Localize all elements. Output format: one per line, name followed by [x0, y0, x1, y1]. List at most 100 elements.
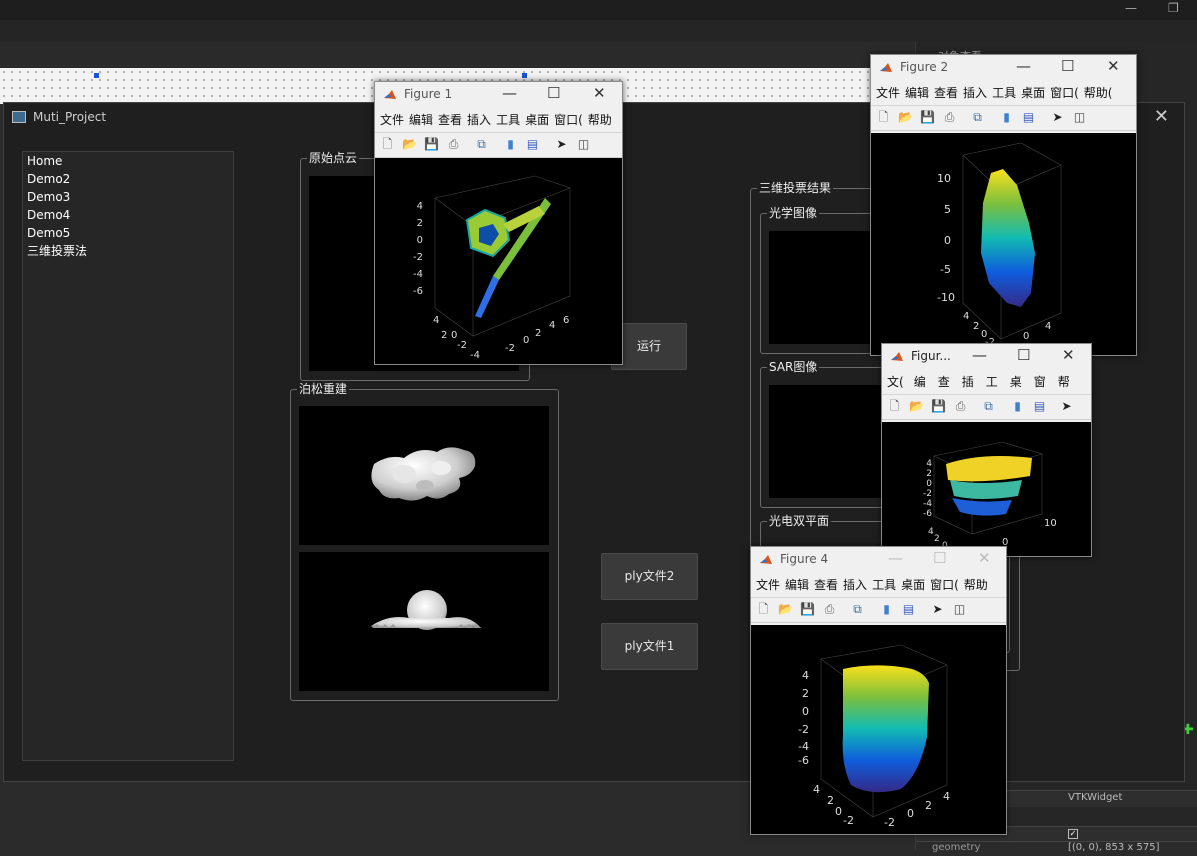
maximize-icon[interactable]: ☐: [547, 84, 560, 102]
colorbar-icon[interactable]: ▮: [999, 110, 1014, 125]
menu-file[interactable]: 文件: [380, 110, 404, 130]
figure4-plot[interactable]: 4 2 0 -2 -4 -6 4 2 0 -2 -2 0 2 4: [751, 625, 1006, 834]
menu-insert[interactable]: 插入: [467, 110, 491, 130]
menu-edit[interactable]: 编辑: [409, 110, 433, 130]
legend-icon[interactable]: ▤: [901, 602, 916, 617]
menu-view[interactable]: 查看: [814, 575, 838, 595]
close-icon[interactable]: ✕: [1107, 57, 1120, 75]
menu-help[interactable]: 帮助(: [1084, 83, 1113, 103]
menu-desktop[interactable]: 桌面: [901, 575, 925, 595]
menu-edit[interactable]: 编: [914, 372, 926, 392]
link-plot-icon[interactable]: ⧉: [850, 602, 865, 617]
link-plot-icon[interactable]: ⧉: [474, 137, 489, 152]
menu-window[interactable]: 窗口(: [930, 575, 959, 595]
menu-edit[interactable]: 编辑: [785, 575, 809, 595]
close-icon[interactable]: ✕: [593, 84, 606, 102]
property-row[interactable]: geometry [(0, 0), 853 x 575]: [916, 841, 1197, 856]
new-file-icon[interactable]: 🗋: [887, 399, 902, 414]
nav-item-voting[interactable]: 三维投票法: [23, 242, 233, 260]
minimize-icon[interactable]: —: [888, 549, 903, 567]
menu-view[interactable]: 查看: [438, 110, 462, 130]
figure1-plot[interactable]: 4 2 0 -2 -4 -6 4 2 0 -2 -4 -2 0 2 4 6: [375, 158, 622, 364]
menu-help[interactable]: 帮助: [964, 575, 988, 595]
nav-item-demo3[interactable]: Demo3: [23, 188, 233, 206]
minimize-icon[interactable]: —: [502, 84, 517, 102]
menu-edit[interactable]: 编辑: [905, 83, 929, 103]
figure-titlebar[interactable]: Figure 2 — ☐ ✕: [871, 55, 1136, 81]
ide-restore-icon[interactable]: ❐: [1168, 1, 1179, 15]
ide-minimize-icon[interactable]: —: [1125, 1, 1137, 15]
menu-view[interactable]: 查看: [934, 83, 958, 103]
print-icon[interactable]: ⎙: [942, 110, 957, 125]
menu-tools[interactable]: 工具: [496, 110, 520, 130]
new-file-icon[interactable]: 🗋: [380, 137, 395, 152]
figure-titlebar[interactable]: Figure 4 — ☐ ✕: [751, 547, 1006, 573]
save-icon[interactable]: 💾: [800, 602, 815, 617]
pointer-icon[interactable]: ➤: [554, 137, 569, 152]
link-plot-icon[interactable]: ⧉: [981, 399, 996, 414]
menu-insert[interactable]: 插: [962, 372, 974, 392]
poisson-viewer-bottom[interactable]: [299, 552, 549, 691]
new-file-icon[interactable]: 🗋: [756, 602, 771, 617]
selection-handle[interactable]: [522, 73, 527, 78]
open-folder-icon[interactable]: 📂: [898, 110, 913, 125]
ply1-button[interactable]: ply文件1: [601, 623, 698, 670]
link-plot-icon[interactable]: ⧉: [970, 110, 985, 125]
figure3-plot[interactable]: 4 2 0 -2 -4 -6 4 2 0 -2 -4 -5 0 10: [882, 422, 1091, 556]
legend-icon[interactable]: ▤: [525, 137, 540, 152]
nav-item-demo2[interactable]: Demo2: [23, 170, 233, 188]
colorbar-icon[interactable]: ▮: [503, 137, 518, 152]
menu-window[interactable]: 窗口(: [1050, 83, 1079, 103]
new-file-icon[interactable]: 🗋: [876, 110, 891, 125]
maximize-icon[interactable]: ☐: [933, 549, 946, 567]
print-icon[interactable]: ⎙: [953, 399, 968, 414]
menu-file[interactable]: 文(: [887, 372, 904, 392]
property-editor-icon[interactable]: ◫: [576, 137, 591, 152]
menu-window[interactable]: 窗: [1034, 372, 1046, 392]
figure-titlebar[interactable]: Figure 1 — ☐ ✕: [375, 82, 622, 108]
poisson-viewer-top[interactable]: [299, 406, 549, 545]
menu-insert[interactable]: 插入: [843, 575, 867, 595]
menu-desktop[interactable]: 桌面: [1021, 83, 1045, 103]
enabled-checkbox[interactable]: ✓: [1068, 829, 1078, 839]
property-editor-icon[interactable]: ◫: [1072, 110, 1087, 125]
menu-tools[interactable]: 工具: [992, 83, 1016, 103]
nav-item-demo4[interactable]: Demo4: [23, 206, 233, 224]
selection-handle[interactable]: [94, 73, 99, 78]
close-icon[interactable]: ✕: [1154, 106, 1169, 127]
menu-file[interactable]: 文件: [876, 83, 900, 103]
ply2-button[interactable]: ply文件2: [601, 553, 698, 600]
open-folder-icon[interactable]: 📂: [909, 399, 924, 414]
figure2-plot[interactable]: 10 5 0 -5 -10 4 2 0 -2 -4 0 4: [871, 133, 1136, 355]
legend-icon[interactable]: ▤: [1032, 399, 1047, 414]
nav-item-home[interactable]: Home: [23, 152, 233, 170]
menu-tools[interactable]: 工: [986, 372, 998, 392]
menu-help[interactable]: 帮: [1058, 372, 1070, 392]
figure-titlebar[interactable]: Figur... — ☐ ✕: [882, 344, 1091, 370]
menu-insert[interactable]: 插入: [963, 83, 987, 103]
legend-icon[interactable]: ▤: [1021, 110, 1036, 125]
pointer-icon[interactable]: ➤: [930, 602, 945, 617]
menu-view[interactable]: 查: [938, 372, 950, 392]
open-folder-icon[interactable]: 📂: [402, 137, 417, 152]
colorbar-icon[interactable]: ▮: [1010, 399, 1025, 414]
menu-window[interactable]: 窗口(: [554, 110, 583, 130]
property-editor-icon[interactable]: ◫: [952, 602, 967, 617]
save-icon[interactable]: 💾: [920, 110, 935, 125]
maximize-icon[interactable]: ☐: [1061, 57, 1074, 75]
menu-desktop[interactable]: 桌面: [525, 110, 549, 130]
open-folder-icon[interactable]: 📂: [778, 602, 793, 617]
close-icon[interactable]: ✕: [978, 549, 991, 567]
menu-help[interactable]: 帮助: [588, 110, 612, 130]
print-icon[interactable]: ⎙: [446, 137, 461, 152]
minimize-icon[interactable]: —: [972, 346, 987, 364]
menu-tools[interactable]: 工具: [872, 575, 896, 595]
close-icon[interactable]: ✕: [1062, 346, 1075, 364]
save-icon[interactable]: 💾: [424, 137, 439, 152]
save-icon[interactable]: 💾: [931, 399, 946, 414]
minimize-icon[interactable]: —: [1016, 57, 1031, 75]
nav-item-demo5[interactable]: Demo5: [23, 224, 233, 242]
menu-desktop[interactable]: 桌: [1010, 372, 1022, 392]
colorbar-icon[interactable]: ▮: [879, 602, 894, 617]
pointer-icon[interactable]: ➤: [1059, 399, 1074, 414]
